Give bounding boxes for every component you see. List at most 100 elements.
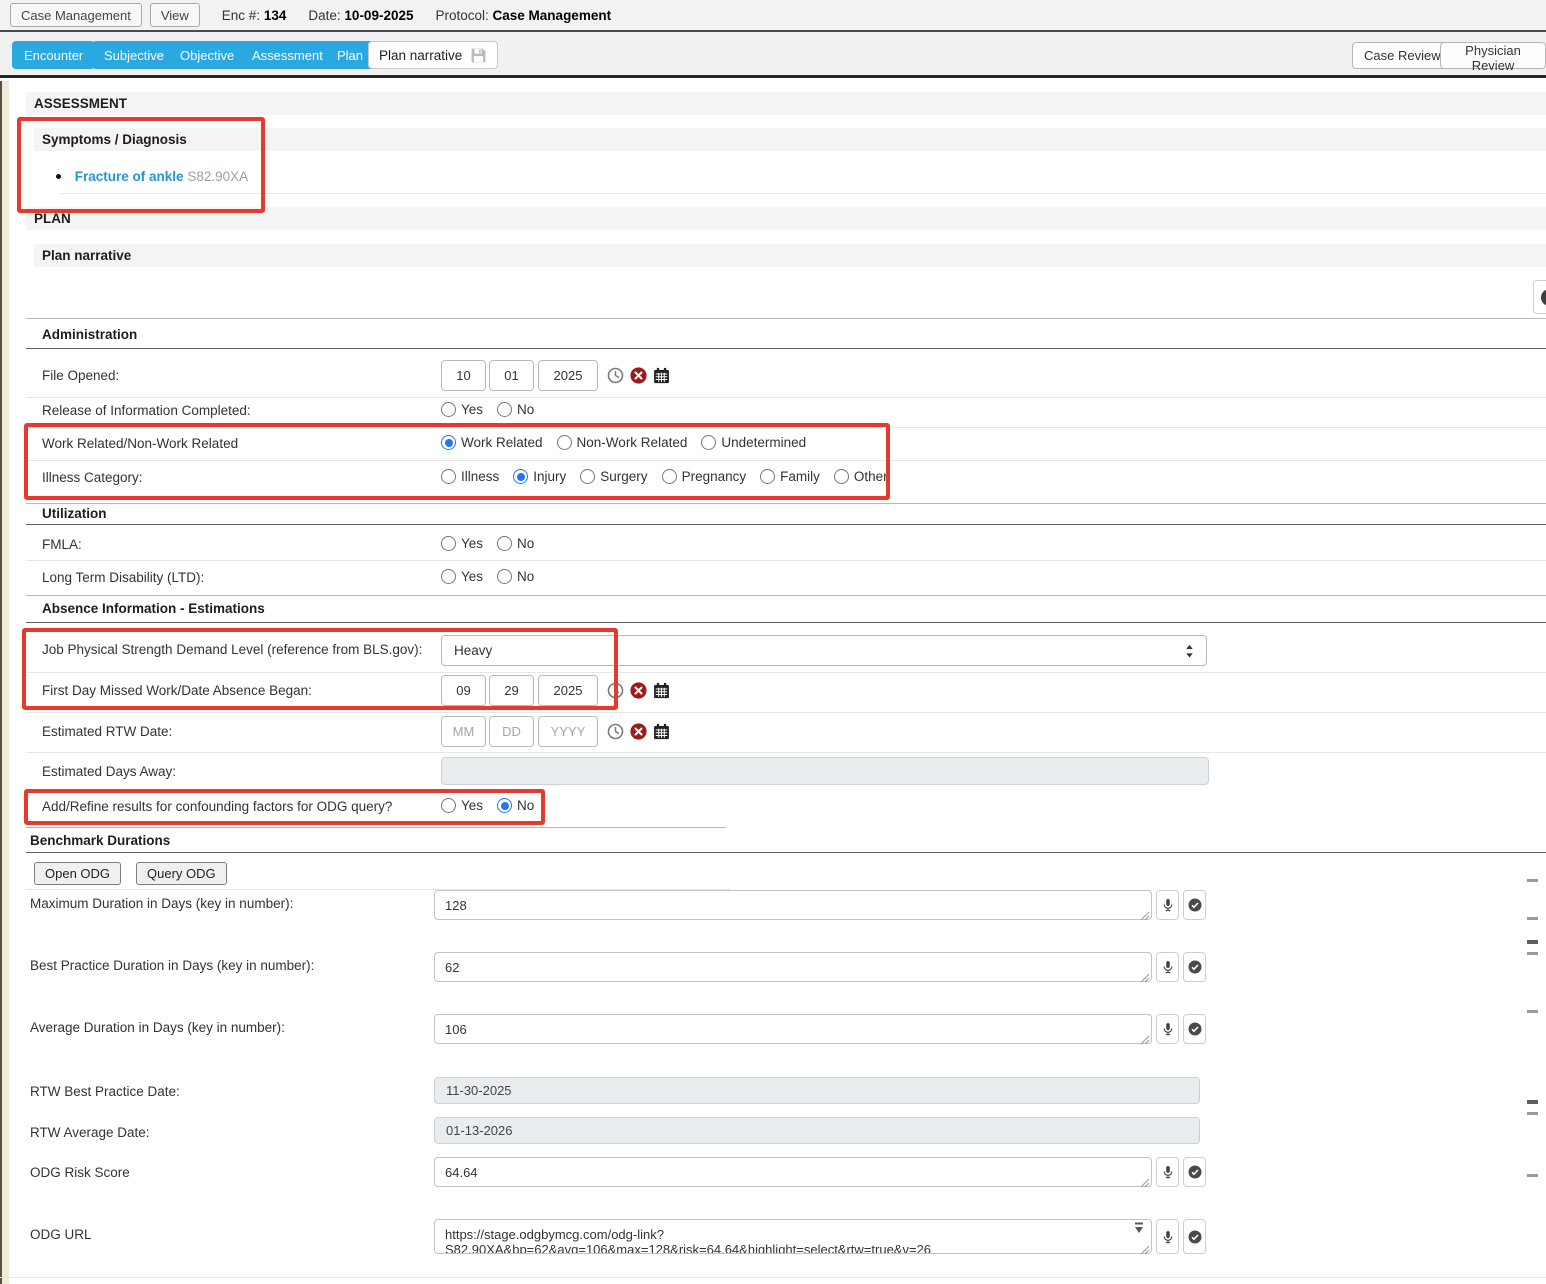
other-radio[interactable]: Other bbox=[834, 469, 888, 484]
clipped-edge-mark bbox=[1527, 1100, 1538, 1104]
work-related-radio[interactable]: Work Related bbox=[441, 435, 543, 450]
clock-icon[interactable] bbox=[607, 682, 624, 699]
tab-encounter[interactable]: Encounter bbox=[12, 41, 95, 69]
confirm-button[interactable] bbox=[1183, 890, 1206, 920]
tab-subjective[interactable]: Subjective bbox=[92, 41, 176, 69]
first-day-day-input[interactable] bbox=[489, 675, 534, 706]
confirm-button[interactable] bbox=[1183, 1014, 1206, 1044]
tab-objective[interactable]: Objective bbox=[168, 41, 246, 69]
scroll-down-icon[interactable] bbox=[1134, 1222, 1144, 1234]
estimated-rtw-month-input[interactable] bbox=[441, 716, 486, 747]
odg-risk-score-input[interactable]: 64.64 bbox=[434, 1157, 1152, 1187]
mic-button[interactable] bbox=[1156, 1157, 1179, 1187]
first-day-year-input[interactable] bbox=[538, 675, 598, 706]
utilization-heading: Utilization bbox=[42, 506, 107, 521]
confirm-button[interactable] bbox=[1183, 952, 1206, 982]
estimated-rtw-label: Estimated RTW Date: bbox=[42, 724, 172, 739]
clear-date-icon[interactable] bbox=[630, 723, 647, 740]
left-margin-stripe bbox=[0, 81, 9, 1284]
calendar-icon[interactable] bbox=[653, 682, 670, 699]
save-icon[interactable] bbox=[470, 47, 487, 64]
calendar-icon[interactable] bbox=[653, 367, 670, 384]
rtw-best-practice-field: 11-30-2025 bbox=[434, 1077, 1200, 1104]
fmla-yes-radio[interactable]: Yes bbox=[441, 536, 483, 551]
confirm-button[interactable] bbox=[1183, 1219, 1206, 1254]
clock-icon[interactable] bbox=[607, 367, 624, 384]
best-practice-duration-input[interactable]: 62 bbox=[434, 952, 1152, 982]
file-opened-month-input[interactable] bbox=[441, 360, 486, 391]
estimated-rtw-year-input[interactable] bbox=[538, 716, 598, 747]
plan-narrative-chip[interactable]: Plan narrative bbox=[368, 41, 498, 69]
rtw-average-field: 01-13-2026 bbox=[434, 1117, 1200, 1144]
divider bbox=[26, 560, 1546, 561]
tab-assessment[interactable]: Assessment bbox=[240, 41, 335, 69]
open-odg-button[interactable]: Open ODG bbox=[34, 862, 121, 885]
file-opened-year-input[interactable] bbox=[538, 360, 598, 391]
non-work-related-radio[interactable]: Non-Work Related bbox=[557, 435, 688, 450]
case-review-button[interactable]: Case Review bbox=[1352, 42, 1453, 69]
file-opened-day-input[interactable] bbox=[489, 360, 534, 391]
fmla-no-radio[interactable]: No bbox=[497, 536, 534, 551]
ltd-no-radio[interactable]: No bbox=[497, 569, 534, 584]
odg-risk-score-label: ODG Risk Score bbox=[30, 1165, 130, 1180]
job-demand-value: Heavy bbox=[454, 643, 492, 658]
work-related-radiogroup: Work Related Non-Work Related Undetermin… bbox=[441, 435, 820, 450]
undetermined-radio[interactable]: Undetermined bbox=[701, 435, 806, 450]
clipped-circle-icon bbox=[1541, 289, 1546, 306]
radio-icon bbox=[497, 569, 512, 584]
pregnancy-radio[interactable]: Pregnancy bbox=[662, 469, 747, 484]
radio-selected-icon bbox=[497, 798, 512, 813]
divider bbox=[26, 595, 1546, 596]
ltd-yes-radio[interactable]: Yes bbox=[441, 569, 483, 584]
diagnosis-link[interactable]: Fracture of ankle bbox=[75, 169, 184, 184]
clear-date-icon[interactable] bbox=[630, 682, 647, 699]
clipped-edge-mark bbox=[1527, 940, 1538, 944]
radio-icon bbox=[497, 402, 512, 417]
benchmark-heading: Benchmark Durations bbox=[30, 833, 170, 848]
surgery-radio[interactable]: Surgery bbox=[580, 469, 647, 484]
clear-date-icon[interactable] bbox=[630, 367, 647, 384]
mic-button[interactable] bbox=[1156, 952, 1179, 982]
first-day-month-input[interactable] bbox=[441, 675, 486, 706]
physician-review-button[interactable]: Physician Review bbox=[1440, 42, 1546, 69]
estimated-rtw-day-input[interactable] bbox=[489, 716, 534, 747]
illness-radio[interactable]: Illness bbox=[441, 469, 499, 484]
divider bbox=[26, 712, 1546, 713]
mic-button[interactable] bbox=[1156, 890, 1179, 920]
radio-icon bbox=[760, 469, 775, 484]
clipped-edge-mark bbox=[1527, 1112, 1538, 1115]
ltd-label: Long Term Disability (LTD): bbox=[42, 570, 204, 585]
clipped-action-button[interactable] bbox=[1533, 280, 1546, 314]
release-yes-radio[interactable]: Yes bbox=[441, 402, 483, 417]
max-duration-label: Maximum Duration in Days (key in number)… bbox=[30, 896, 293, 911]
mic-button[interactable] bbox=[1156, 1219, 1179, 1254]
confounding-yes-radio[interactable]: Yes bbox=[441, 798, 483, 813]
case-management-button[interactable]: Case Management bbox=[10, 3, 142, 27]
radio-icon bbox=[441, 469, 456, 484]
plan-section-header: PLAN bbox=[26, 207, 1546, 230]
radio-icon bbox=[441, 569, 456, 584]
injury-radio[interactable]: Injury bbox=[513, 469, 566, 484]
radio-icon bbox=[441, 798, 456, 813]
confirm-button[interactable] bbox=[1183, 1157, 1206, 1187]
job-demand-select[interactable]: Heavy bbox=[441, 635, 1207, 666]
query-odg-button[interactable]: Query ODG bbox=[136, 862, 227, 885]
confounding-no-radio[interactable]: No bbox=[497, 798, 534, 813]
plan-narrative-header: Plan narrative bbox=[34, 244, 1546, 267]
clock-icon[interactable] bbox=[607, 723, 624, 740]
mic-button[interactable] bbox=[1156, 1014, 1179, 1044]
release-no-radio[interactable]: No bbox=[497, 402, 534, 417]
clipped-edge-mark bbox=[1527, 952, 1538, 955]
illness-category-label: Illness Category: bbox=[42, 470, 143, 485]
date-label: Date: bbox=[308, 8, 340, 23]
radio-icon bbox=[441, 536, 456, 551]
calendar-icon[interactable] bbox=[653, 723, 670, 740]
case-management-page: Case Management View Enc #: 134 Date: 10… bbox=[0, 0, 1546, 1284]
family-radio[interactable]: Family bbox=[760, 469, 820, 484]
odg-url-input[interactable]: https://stage.odgbymcg.com/odg-link? S82… bbox=[434, 1219, 1152, 1254]
view-button[interactable]: View bbox=[150, 3, 200, 27]
symptoms-diagnosis-header: Symptoms / Diagnosis bbox=[34, 128, 1546, 151]
max-duration-input[interactable]: 128 bbox=[434, 890, 1152, 920]
average-duration-input[interactable]: 106 bbox=[434, 1014, 1152, 1044]
radio-icon bbox=[497, 536, 512, 551]
